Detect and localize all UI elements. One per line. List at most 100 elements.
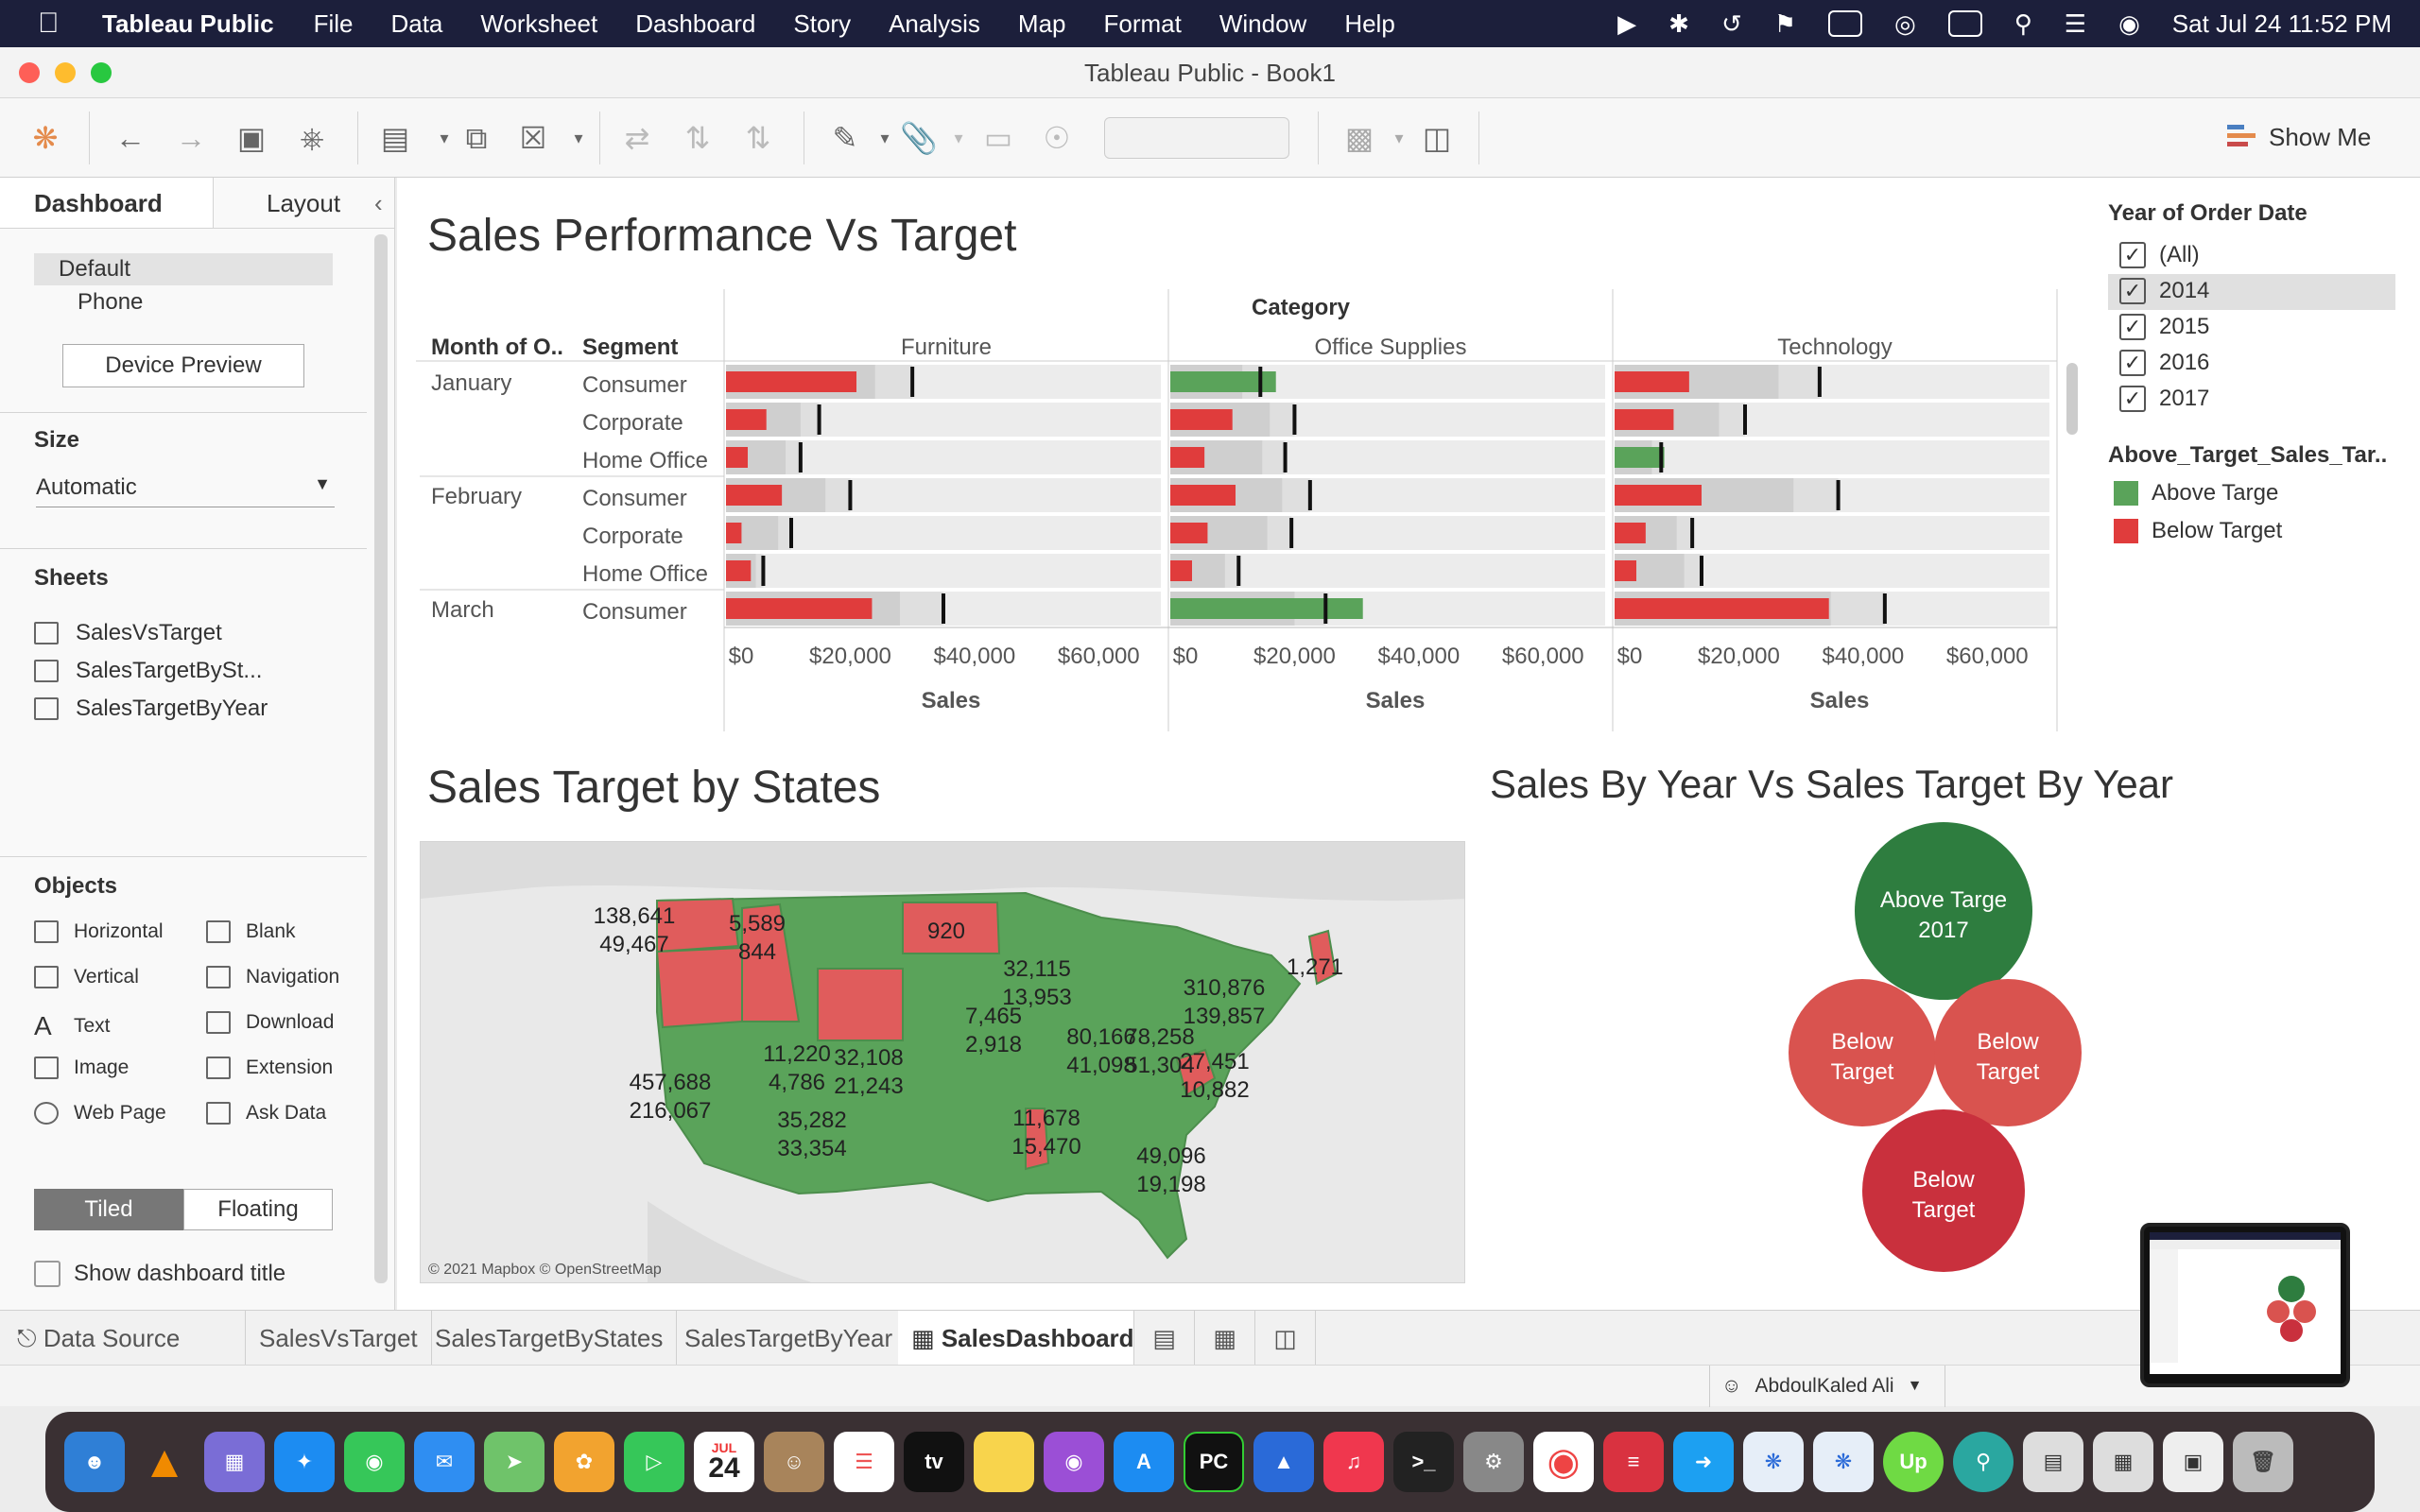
music-icon[interactable]: ♫ — [1323, 1432, 1384, 1492]
apple-menu-icon[interactable]:  — [38, 8, 85, 40]
apple-tv-icon[interactable]: tv — [904, 1432, 964, 1492]
pin-icon[interactable]: ☉ — [1038, 119, 1076, 157]
duplicate-sheet-icon[interactable]: ⧉ — [458, 119, 495, 157]
swap-icon[interactable]: ⇄ — [618, 119, 656, 157]
presentation-mode-icon[interactable]: ◫ — [1418, 119, 1456, 157]
object-horizontal[interactable]: Horizontal — [34, 920, 164, 943]
filter-option-2014[interactable]: ✓ 2014 — [2119, 278, 2209, 304]
device-default[interactable]: Default — [34, 253, 333, 285]
tab-layout[interactable]: Layout — [214, 178, 374, 228]
time-machine-icon[interactable]: ↺ — [1721, 9, 1742, 39]
app-menu[interactable]: Tableau Public — [102, 9, 274, 39]
sort-ascending-icon[interactable]: ⇅ — [679, 119, 717, 157]
podcasts-icon[interactable]: ◉ — [1044, 1432, 1104, 1492]
filter-option-2016[interactable]: ✓ 2016 — [2119, 350, 2209, 376]
filter-option-all[interactable]: ✓ (All) — [2119, 242, 2200, 268]
facetime-icon[interactable]: ▷ — [624, 1432, 684, 1492]
forward-icon[interactable]: → — [172, 119, 210, 157]
object-text[interactable]: A Text — [34, 1011, 111, 1041]
close-window-icon[interactable] — [19, 62, 40, 83]
tab-sales-target-by-year[interactable]: SalesTargetByYear — [671, 1311, 908, 1366]
highlight-icon[interactable]: ✎ — [826, 119, 864, 157]
battery-icon[interactable] — [1947, 10, 1982, 37]
object-navigation[interactable]: Navigation — [206, 966, 339, 988]
minimize-window-icon[interactable] — [55, 62, 76, 83]
sheet-item[interactable]: SalesTargetByYear — [34, 696, 268, 722]
expressvpn-icon[interactable]: ≡ — [1603, 1432, 1664, 1492]
menu-worksheet[interactable]: Worksheet — [480, 9, 597, 39]
show-dashboard-title-checkbox[interactable]: Show dashboard title — [34, 1261, 285, 1287]
notes-icon[interactable] — [974, 1432, 1034, 1492]
filter-option-2015[interactable]: ✓ 2015 — [2119, 314, 2209, 340]
mail-icon[interactable]: ✉ — [414, 1432, 475, 1492]
document-icon[interactable]: ▤ — [2023, 1432, 2083, 1492]
zoom-window-icon[interactable] — [91, 62, 112, 83]
show-cards-icon[interactable]: ▩ — [1340, 119, 1378, 157]
group-icon[interactable]: 📎 — [900, 119, 938, 157]
clear-sheet-dropdown-icon[interactable]: ▾ — [560, 119, 597, 157]
save-icon[interactable]: ▣ — [233, 119, 270, 157]
contacts-icon[interactable]: ☺ — [764, 1432, 824, 1492]
new-dashboard-tab-icon[interactable]: ▦ — [1195, 1311, 1255, 1366]
sheet-item[interactable]: SalesVsTarget — [34, 620, 222, 646]
window-stack-icon[interactable]: ▣ — [2163, 1432, 2223, 1492]
object-image[interactable]: Image — [34, 1057, 129, 1079]
tab-dashboard[interactable]: Dashboard — [0, 178, 214, 228]
menu-dashboard[interactable]: Dashboard — [635, 9, 755, 39]
states-map[interactable]: 138,641 49,467 5,589 844 920 32,115 13,953 1,27… — [420, 841, 1465, 1283]
object-extension[interactable]: Extension — [206, 1057, 333, 1079]
quicktime-icon[interactable]: ⚲ — [1953, 1432, 2014, 1492]
app-store-icon[interactable]: A — [1114, 1432, 1174, 1492]
play-icon[interactable]: ▶ — [1617, 9, 1636, 39]
menu-help[interactable]: Help — [1344, 9, 1394, 39]
launchpad-icon[interactable]: ▦ — [204, 1432, 265, 1492]
new-worksheet-tab-icon[interactable]: ▤ — [1134, 1311, 1195, 1366]
chrome-icon[interactable]: ◉ — [1533, 1432, 1594, 1492]
object-vertical[interactable]: Vertical — [34, 966, 139, 988]
new-worksheet-icon[interactable]: ▤ — [376, 119, 414, 157]
tiled-toggle[interactable]: Tiled — [34, 1189, 183, 1230]
menu-format[interactable]: Format — [1103, 9, 1181, 39]
monday-icon[interactable]: ▲ — [1253, 1432, 1314, 1492]
user-menu[interactable]: ☺ AbdoulKaled Ali ▼ — [1709, 1366, 1945, 1407]
highlight-dropdown-icon[interactable]: ▾ — [866, 119, 904, 157]
control-center-icon[interactable]: ☰ — [2065, 9, 2086, 39]
trash-icon[interactable]: 🗑 — [2233, 1432, 2293, 1492]
safari-icon[interactable]: ✦ — [274, 1432, 335, 1492]
show-cards-dropdown-icon[interactable]: ▾ — [1380, 119, 1418, 157]
object-ask-data[interactable]: Ask Data — [206, 1102, 326, 1125]
flag-icon[interactable]: ⚑ — [1774, 9, 1796, 39]
floating-toggle[interactable]: Floating — [183, 1189, 333, 1230]
tableau-icon[interactable]: ❋ — [1743, 1432, 1804, 1492]
search-icon[interactable]: ⚲ — [2014, 9, 2032, 39]
terminal-icon[interactable]: >_ — [1393, 1432, 1454, 1492]
system-preferences-icon[interactable]: ⚙ — [1463, 1432, 1524, 1492]
tableau-logo-icon[interactable]: ❋ — [26, 119, 64, 157]
sort-descending-icon[interactable]: ⇅ — [739, 119, 777, 157]
show-me-button[interactable]: Show Me — [2227, 123, 2371, 152]
keyboard-icon[interactable] — [1828, 10, 1863, 37]
menu-window[interactable]: Window — [1219, 9, 1306, 39]
new-story-tab-icon[interactable]: ◫ — [1255, 1311, 1316, 1366]
object-web-page[interactable]: Web Page — [34, 1102, 166, 1125]
object-download[interactable]: Download — [206, 1011, 334, 1034]
clock[interactable]: Sat Jul 24 11:52 PM — [2172, 9, 2392, 39]
labels-icon[interactable]: ▭ — [979, 119, 1017, 157]
reminders-icon[interactable]: ☰ — [834, 1432, 894, 1492]
share-icon[interactable]: ➜ — [1673, 1432, 1734, 1492]
clear-sheet-icon[interactable]: ☒ — [514, 119, 552, 157]
vlc-icon[interactable]: ▲ — [134, 1432, 195, 1492]
device-phone[interactable]: Phone — [78, 289, 143, 316]
calendar-icon[interactable]: JUL 24 — [694, 1432, 754, 1492]
menu-data[interactable]: Data — [390, 9, 442, 39]
screenshot-thumbnail[interactable] — [2140, 1223, 2350, 1387]
tab-data-source[interactable]: ⎋ Data Source — [0, 1311, 246, 1366]
filter-option-2017[interactable]: ✓ 2017 — [2119, 386, 2209, 412]
menu-analysis[interactable]: Analysis — [889, 9, 980, 39]
back-icon[interactable]: ← — [112, 119, 149, 157]
tableau-public-icon[interactable]: ❋ — [1813, 1432, 1874, 1492]
legend-item-above[interactable]: Above Targe — [2114, 480, 2278, 507]
menu-story[interactable]: Story — [793, 9, 851, 39]
tab-sales-target-by-states[interactable]: SalesTargetByStates — [422, 1311, 678, 1366]
maps-icon[interactable]: ➤ — [484, 1432, 544, 1492]
